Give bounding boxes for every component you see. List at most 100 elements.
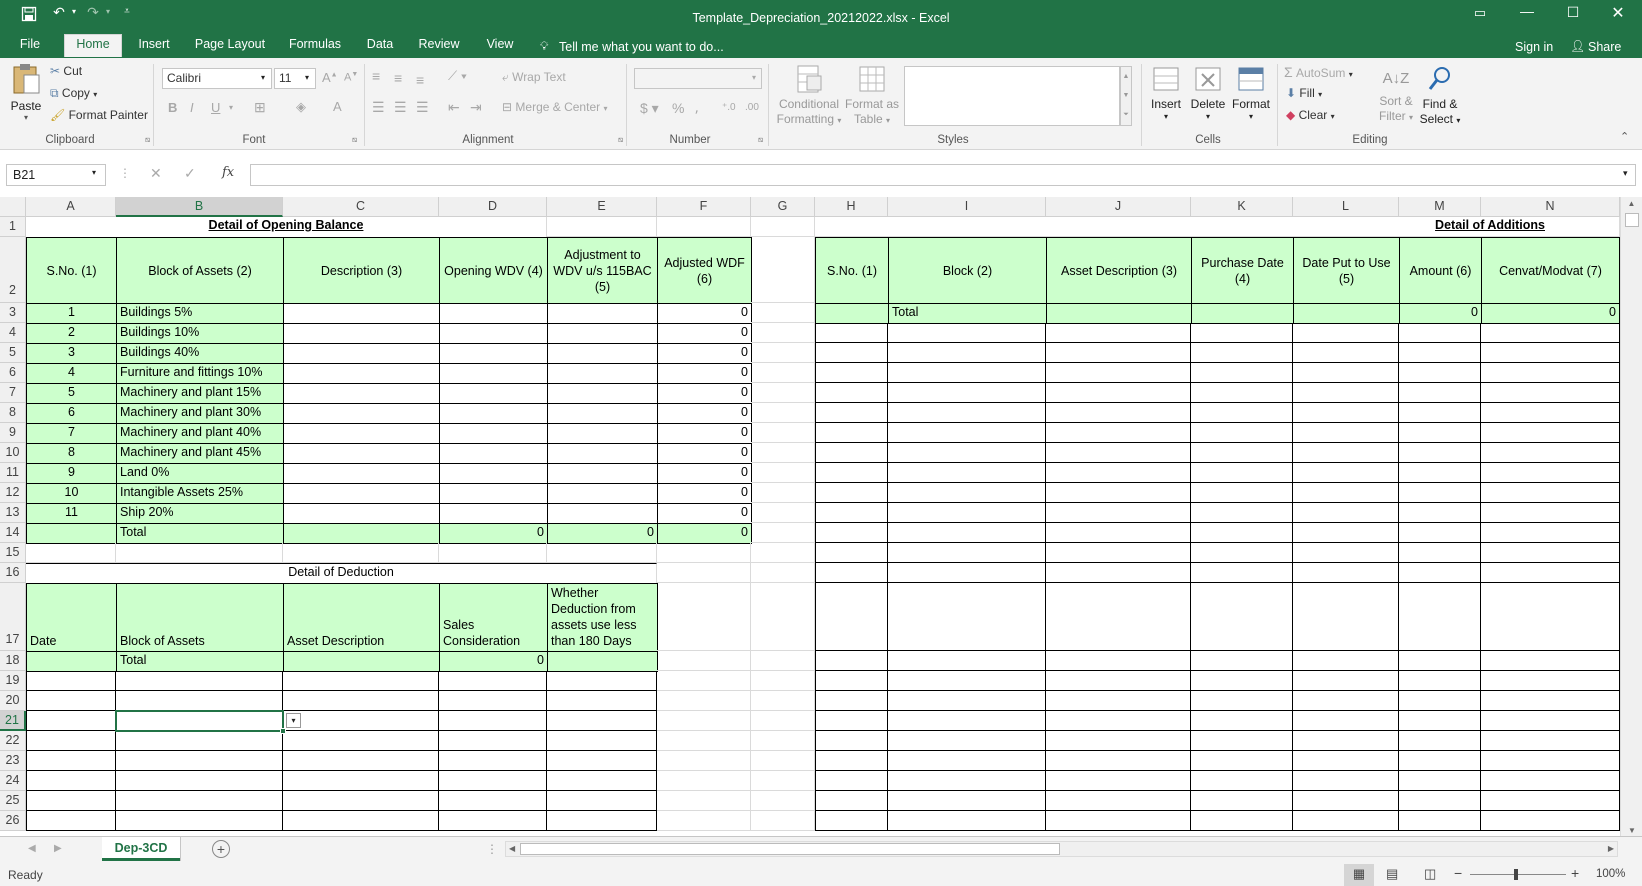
cell[interactable] — [815, 671, 888, 691]
confirm-entry-icon[interactable]: ✓ — [184, 165, 196, 182]
cell[interactable] — [1191, 403, 1293, 423]
header-block-of-assets[interactable]: Block of Assets (2) — [116, 237, 284, 304]
cell[interactable] — [1046, 463, 1191, 483]
sno-cell[interactable]: 3 — [26, 343, 117, 364]
header-opening-wdv[interactable]: Opening WDV (4) — [439, 237, 548, 304]
cut-button[interactable]: ✂ Cut — [50, 64, 82, 78]
clipboard-launcher-icon[interactable]: ⧅ — [145, 135, 150, 145]
cell[interactable] — [439, 691, 547, 711]
add-header-block[interactable]: Block (2) — [888, 237, 1047, 304]
cell[interactable] — [751, 563, 815, 583]
cell[interactable] — [751, 791, 815, 811]
cell[interactable] — [815, 811, 888, 831]
increase-font-icon[interactable]: A▲ — [322, 70, 338, 85]
cell[interactable] — [1293, 483, 1399, 503]
adjustment-cell[interactable] — [547, 423, 658, 444]
tab-insert[interactable]: Insert — [133, 35, 175, 58]
cell[interactable] — [1293, 543, 1399, 563]
add-total-put-to-use[interactable] — [1293, 303, 1400, 324]
cell[interactable] — [1293, 403, 1399, 423]
cell[interactable] — [1293, 583, 1399, 651]
column-header-j[interactable]: J — [1046, 197, 1191, 217]
cell[interactable] — [283, 691, 439, 711]
cell[interactable] — [657, 711, 751, 731]
cell[interactable] — [888, 583, 1046, 651]
cell[interactable] — [751, 811, 815, 831]
cell[interactable] — [1481, 751, 1620, 771]
cell[interactable] — [1293, 731, 1399, 751]
zoom-slider-thumb[interactable] — [1514, 869, 1518, 880]
ded-total-less-180[interactable] — [547, 651, 658, 672]
adjustment-cell[interactable] — [547, 343, 658, 364]
borders-icon[interactable]: ⊞ — [254, 99, 266, 116]
cell[interactable] — [1293, 671, 1399, 691]
add-total-label[interactable]: Total — [888, 303, 1047, 324]
column-header-m[interactable]: M — [1399, 197, 1481, 217]
opening-wdv-cell[interactable] — [439, 483, 548, 504]
opening-wdv-cell[interactable] — [439, 363, 548, 384]
column-header-e[interactable]: E — [547, 197, 657, 217]
column-header-b[interactable]: B — [116, 197, 283, 217]
header-sno[interactable]: S.No. (1) — [26, 237, 117, 304]
sno-cell[interactable]: 9 — [26, 463, 117, 484]
cell[interactable] — [1191, 791, 1293, 811]
expand-formula-bar-icon[interactable]: ▾ — [1623, 168, 1628, 179]
cell[interactable] — [1399, 383, 1481, 403]
cell[interactable] — [815, 791, 888, 811]
cell[interactable] — [1481, 771, 1620, 791]
cell[interactable] — [1046, 543, 1191, 563]
cell[interactable] — [888, 691, 1046, 711]
cell[interactable] — [751, 363, 815, 383]
cell[interactable] — [1046, 651, 1191, 671]
cell[interactable] — [547, 771, 657, 791]
cell[interactable] — [815, 751, 888, 771]
cell[interactable] — [657, 543, 751, 563]
description-cell[interactable] — [283, 503, 440, 524]
adjusted-wdf-cell[interactable]: 0 — [657, 303, 752, 324]
cell[interactable] — [1481, 563, 1620, 583]
opening-wdv-cell[interactable] — [439, 463, 548, 484]
cell[interactable] — [1191, 463, 1293, 483]
chevron-down-icon[interactable]: ▾ — [752, 73, 756, 82]
row-header[interactable]: 4 — [0, 323, 26, 343]
block-cell[interactable]: Buildings 40% — [116, 343, 284, 364]
cell[interactable] — [1481, 791, 1620, 811]
cell[interactable] — [26, 691, 116, 711]
row-header[interactable]: 18 — [0, 651, 26, 671]
sign-in-link[interactable]: Sign in — [1515, 40, 1553, 54]
align-top-icon[interactable]: ≡ — [372, 68, 380, 84]
cell-styles-gallery[interactable] — [904, 66, 1120, 126]
cell[interactable] — [26, 811, 116, 831]
cell[interactable] — [283, 791, 439, 811]
merge-center-button[interactable]: ⊟ Merge & Center ▾ — [502, 100, 607, 114]
cell[interactable] — [439, 711, 547, 731]
cell[interactable] — [1481, 363, 1620, 383]
cell[interactable] — [888, 423, 1046, 443]
add-total-cenvat[interactable]: 0 — [1481, 303, 1620, 324]
adjustment-cell[interactable] — [547, 503, 658, 524]
opening-total-adjustment[interactable]: 0 — [547, 523, 658, 544]
cell[interactable] — [26, 751, 116, 771]
row-header[interactable]: 15 — [0, 543, 26, 563]
normal-view-button[interactable]: ▦ — [1344, 864, 1374, 886]
block-cell[interactable]: Machinery and plant 40% — [116, 423, 284, 444]
cell[interactable] — [1046, 503, 1191, 523]
cell[interactable] — [657, 691, 751, 711]
currency-icon[interactable]: $ ▾ — [640, 100, 659, 117]
number-launcher-icon[interactable]: ⧅ — [758, 135, 763, 145]
cell[interactable] — [26, 711, 116, 731]
cell[interactable] — [888, 751, 1046, 771]
adjusted-wdf-cell[interactable]: 0 — [657, 343, 752, 364]
block-cell[interactable]: Land 0% — [116, 463, 284, 484]
cell[interactable] — [283, 771, 439, 791]
cell[interactable] — [1046, 791, 1191, 811]
row-header[interactable]: 7 — [0, 383, 26, 403]
cell[interactable] — [116, 671, 283, 691]
cell[interactable] — [547, 791, 657, 811]
cell[interactable] — [439, 771, 547, 791]
add-total-desc[interactable] — [1046, 303, 1192, 324]
header-adjustment-wdv[interactable]: Adjustment to WDV u/s 115BAC (5) — [547, 237, 658, 304]
cell[interactable] — [1191, 751, 1293, 771]
scroll-right-icon[interactable]: ▶ — [1608, 842, 1614, 856]
cell[interactable] — [751, 463, 815, 483]
